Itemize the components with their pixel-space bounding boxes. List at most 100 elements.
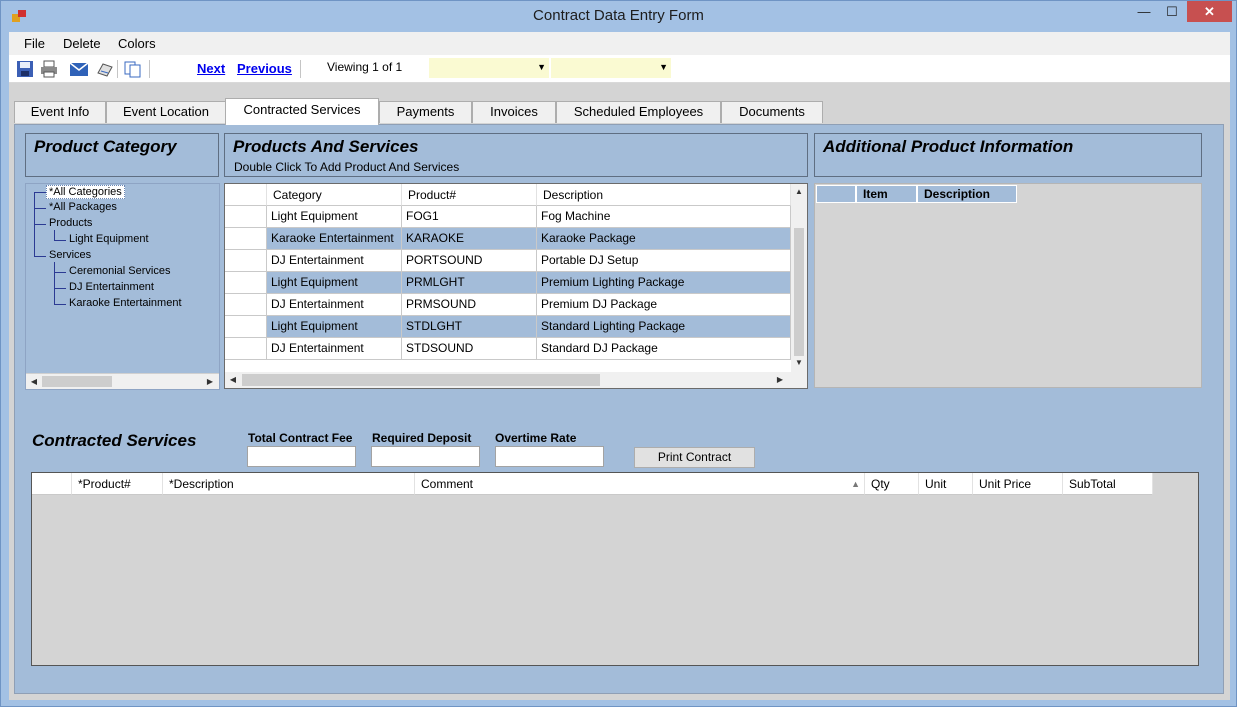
row-header-cell[interactable] (225, 228, 267, 250)
column-header-item[interactable]: Item (856, 185, 917, 203)
minimize-button[interactable]: — (1131, 1, 1157, 22)
tree-node-all-categories[interactable]: *All Categories (46, 185, 125, 199)
column-header-category[interactable]: Category (267, 184, 402, 206)
scroll-right-icon[interactable]: ▶ (203, 375, 217, 388)
column-header-unit-price[interactable]: Unit Price (973, 473, 1063, 495)
product-category-title: Product Category (34, 137, 177, 156)
scroll-down-icon[interactable]: ▼ (792, 356, 806, 369)
tree-node-dj-entertainment[interactable]: DJ Entertainment (69, 281, 154, 293)
tab-event-info[interactable]: Event Info (14, 101, 106, 123)
tree-connector (54, 262, 55, 304)
tree-connector (34, 256, 46, 257)
tree-node-all-packages[interactable]: *All Packages (49, 201, 117, 213)
scroll-thumb[interactable] (42, 376, 112, 387)
viewing-status: Viewing 1 of 1 (327, 60, 403, 74)
app-window: Contract Data Entry Form — ☐ ✕ File Dele… (0, 0, 1237, 707)
print-icon[interactable] (39, 59, 59, 79)
tree-node-products[interactable]: Products (49, 217, 92, 229)
copy-icon[interactable] (123, 59, 143, 79)
tree-node-karaoke-entertainment[interactable]: Karaoke Entertainment (69, 297, 182, 309)
row-header-cell[interactable] (225, 316, 267, 338)
cell-product: FOG1 (402, 206, 537, 228)
previous-link[interactable]: Previous (237, 61, 292, 76)
tree-connector (54, 272, 66, 273)
row-header-cell[interactable] (225, 338, 267, 360)
contracted-services-title: Contracted Services (32, 431, 197, 450)
additional-info-grid[interactable]: Item Description (814, 183, 1202, 388)
print-contract-button[interactable]: Print Contract (634, 447, 755, 468)
save-icon[interactable] (15, 59, 35, 79)
tree-connector (54, 288, 66, 289)
tree-connector (54, 304, 66, 305)
tree-connector (54, 230, 55, 240)
tree-horizontal-scrollbar[interactable]: ◀ ▶ (26, 373, 219, 389)
title-bar: Contract Data Entry Form — ☐ ✕ (1, 1, 1236, 32)
cell-product: STDSOUND (402, 338, 537, 360)
record-combo-2[interactable]: ▼ (551, 58, 671, 78)
scroll-thumb[interactable] (242, 374, 600, 386)
window-title: Contract Data Entry Form (533, 7, 704, 24)
column-header-description[interactable]: Description (537, 184, 791, 206)
tree-node-ceremonial-services[interactable]: Ceremonial Services (69, 265, 170, 277)
tab-scheduled-employees[interactable]: Scheduled Employees (556, 101, 721, 123)
row-header-cell[interactable] (225, 272, 267, 294)
toolbar-separator (300, 60, 301, 78)
tab-payments[interactable]: Payments (379, 101, 472, 123)
products-vertical-scrollbar[interactable]: ▲ ▼ (791, 184, 807, 372)
row-header-column (816, 185, 856, 203)
overtime-rate-label: Overtime Rate (495, 431, 577, 445)
tab-documents[interactable]: Documents (721, 101, 823, 123)
chevron-down-icon[interactable]: ▼ (537, 62, 546, 72)
additional-info-header: Additional Product Information (814, 133, 1202, 177)
products-horizontal-scrollbar[interactable]: ◀ ▶ (225, 372, 807, 388)
fax-icon[interactable] (95, 59, 115, 79)
tab-event-location[interactable]: Event Location (106, 101, 226, 123)
contracted-services-page: Product Category Products And Services D… (14, 124, 1224, 694)
scroll-up-icon[interactable]: ▲ (792, 185, 806, 198)
column-header-comment[interactable]: Comment ▲ (415, 473, 865, 495)
required-deposit-input[interactable] (371, 446, 480, 467)
row-header-cell[interactable] (225, 206, 267, 228)
column-header-product[interactable]: Product# (402, 184, 537, 206)
total-contract-fee-input[interactable] (247, 446, 356, 467)
column-header-unit[interactable]: Unit (919, 473, 973, 495)
tab-contracted-services[interactable]: Contracted Services (225, 98, 379, 125)
scroll-right-icon[interactable]: ▶ (773, 373, 787, 386)
products-grid[interactable]: Category Product# Description Light Equi… (224, 183, 808, 389)
category-tree[interactable]: *All Categories *All Packages Products L… (25, 183, 220, 390)
column-header-description[interactable]: *Description (163, 473, 415, 495)
menu-delete[interactable]: Delete (63, 36, 101, 51)
toolbar: Next Previous Viewing 1 of 1 ▼ ▼ (9, 55, 1230, 83)
tree-node-light-equipment[interactable]: Light Equipment (69, 233, 149, 245)
cell-category: Light Equipment (267, 316, 402, 338)
record-combo-1[interactable]: ▼ (429, 58, 549, 78)
next-link[interactable]: Next (197, 61, 225, 76)
column-header-comment-label: Comment (421, 477, 474, 491)
column-header-description[interactable]: Description (917, 185, 1017, 203)
column-header-product[interactable]: *Product# (72, 473, 163, 495)
required-deposit-label: Required Deposit (372, 431, 472, 445)
email-icon[interactable] (69, 59, 89, 79)
tree-connector (34, 192, 46, 193)
additional-info-title: Additional Product Information (823, 137, 1074, 156)
row-header-column (225, 184, 267, 206)
product-category-header: Product Category (25, 133, 219, 177)
chevron-down-icon[interactable]: ▼ (659, 62, 668, 72)
row-header-cell[interactable] (225, 294, 267, 316)
overtime-rate-input[interactable] (495, 446, 604, 467)
total-contract-fee-label: Total Contract Fee (248, 431, 353, 445)
maximize-button[interactable]: ☐ (1159, 1, 1185, 22)
row-header-cell[interactable] (225, 250, 267, 272)
scroll-left-icon[interactable]: ◀ (27, 375, 41, 388)
tab-invoices[interactable]: Invoices (472, 101, 556, 123)
close-button[interactable]: ✕ (1187, 1, 1232, 22)
scroll-left-icon[interactable]: ◀ (226, 373, 240, 386)
tree-node-services[interactable]: Services (49, 249, 91, 261)
menu-colors[interactable]: Colors (118, 36, 156, 51)
column-header-qty[interactable]: Qty (865, 473, 919, 495)
cell-product: PRMLGHT (402, 272, 537, 294)
scroll-thumb[interactable] (794, 228, 804, 356)
column-header-subtotal[interactable]: SubTotal (1063, 473, 1153, 495)
menu-file[interactable]: File (24, 36, 45, 51)
contracted-services-grid[interactable]: *Product# *Description Comment ▲ Qty Uni… (31, 472, 1199, 666)
